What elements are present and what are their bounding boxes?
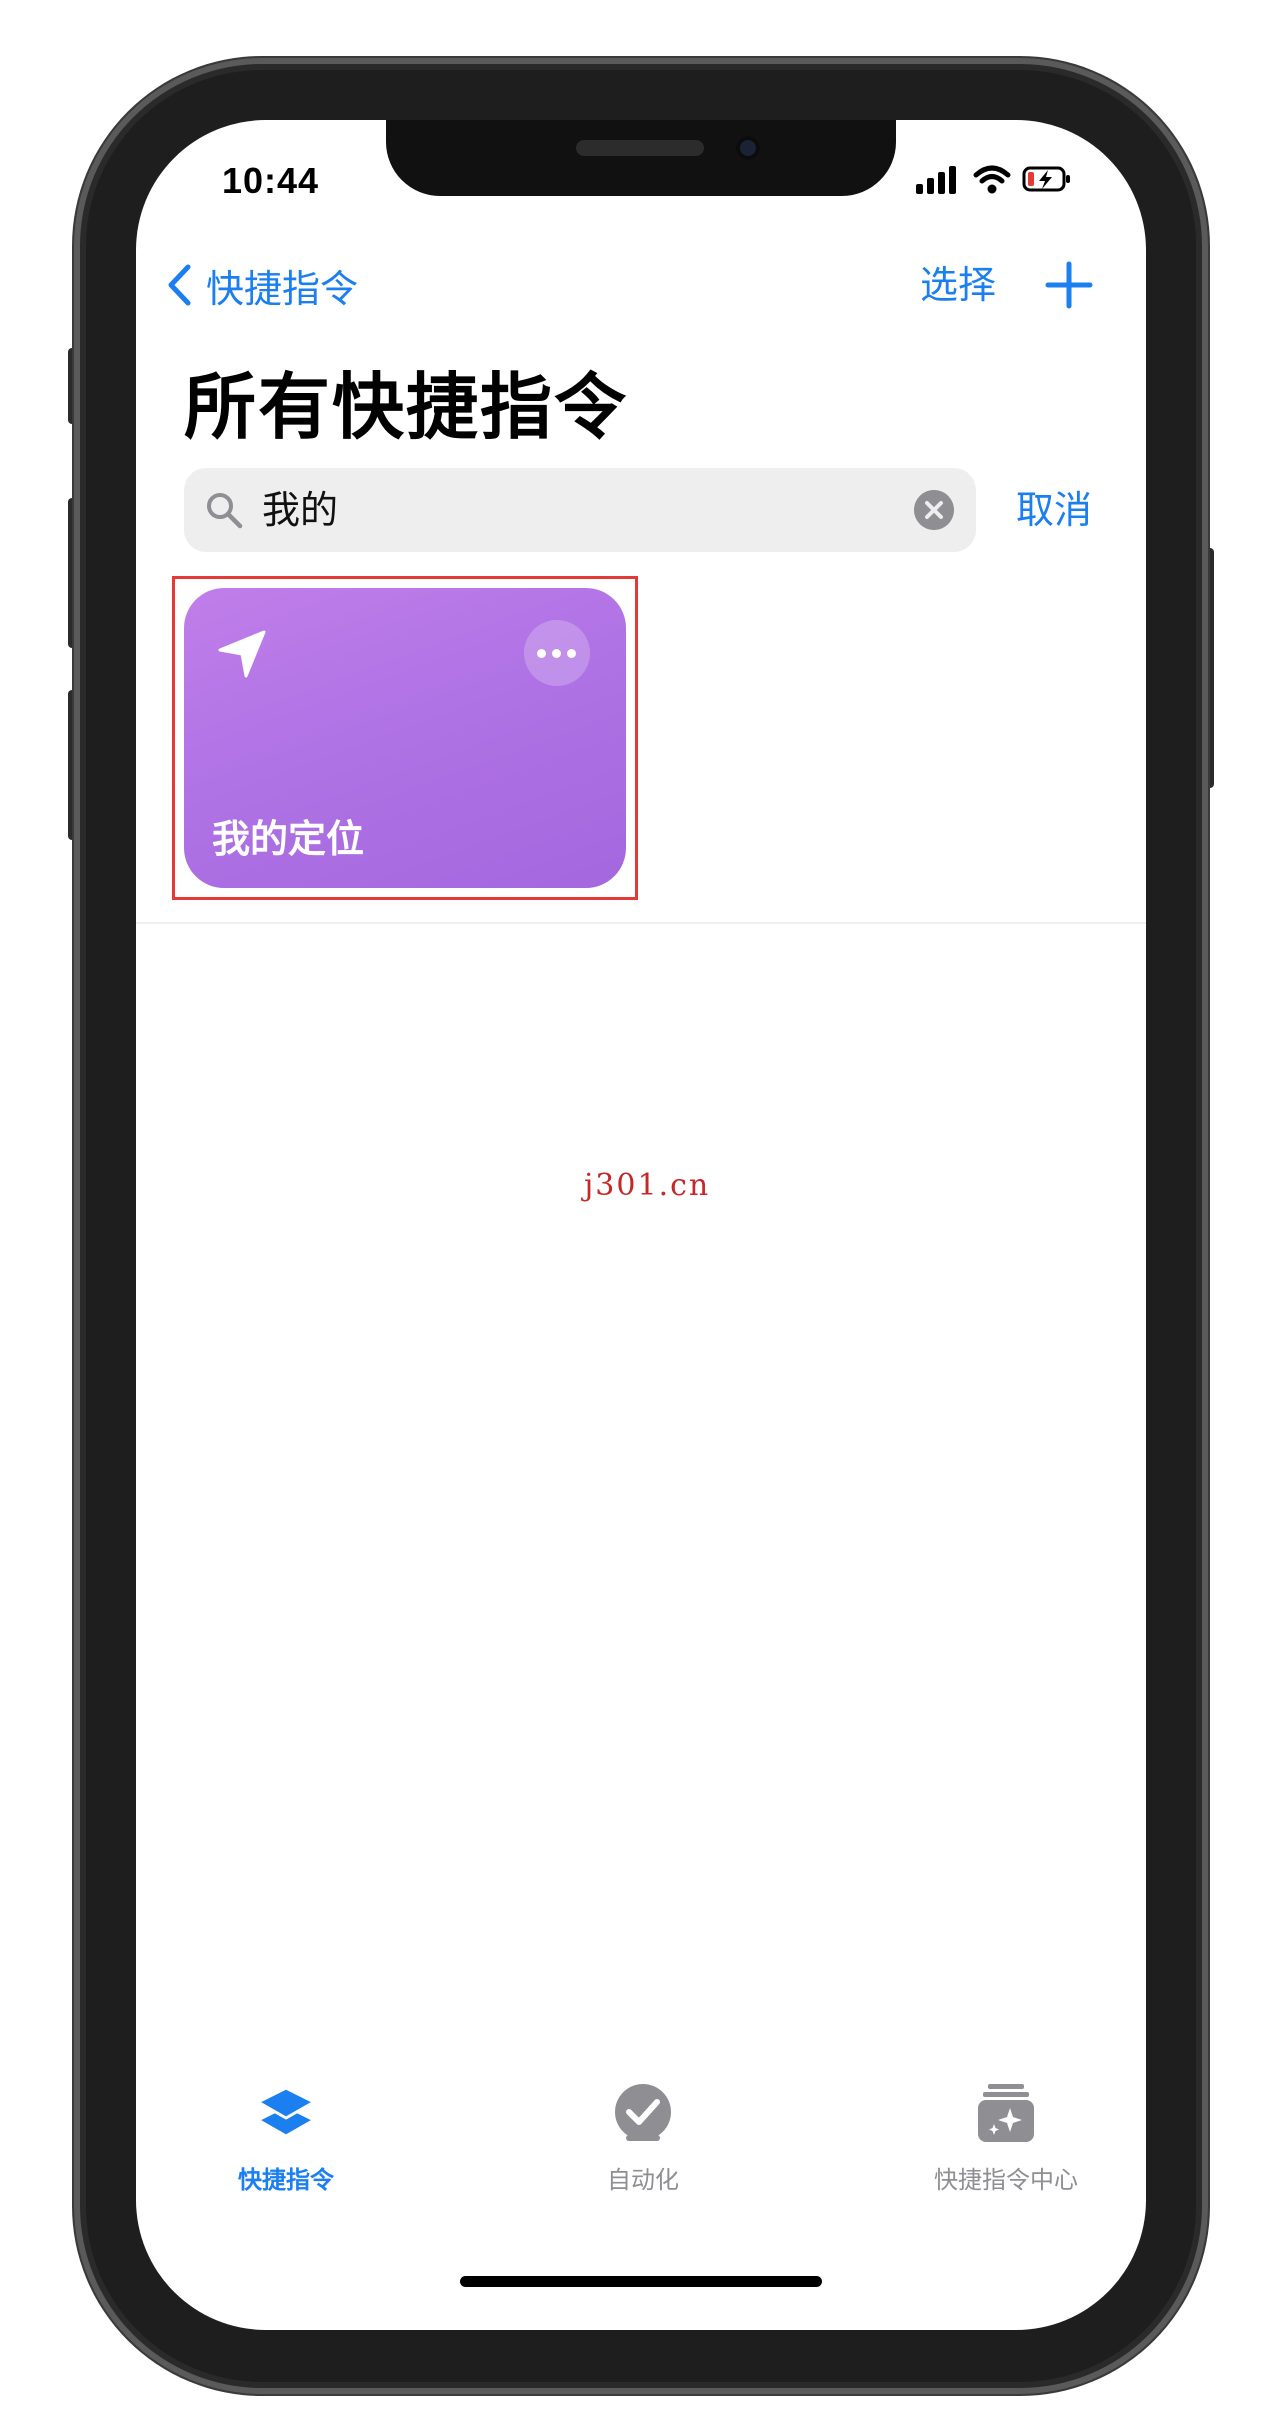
search-field[interactable]: 我的 bbox=[184, 468, 976, 552]
back-button-label: 快捷指令 bbox=[206, 266, 359, 311]
divider bbox=[136, 922, 1146, 924]
page-title: 所有快捷指令 bbox=[184, 365, 629, 449]
back-button[interactable]: 快捷指令 bbox=[166, 260, 359, 311]
chevron-left-icon bbox=[168, 264, 191, 306]
status-icons bbox=[916, 164, 1076, 198]
clear-search-icon[interactable] bbox=[914, 490, 954, 530]
cellular-signal-icon bbox=[916, 164, 960, 194]
status-time: 10:44 bbox=[222, 160, 320, 201]
phone-screen: 10:44 快捷指令 选择 所有快捷指令 我的 取消 我的定位 j301.cn … bbox=[136, 120, 1146, 2330]
earpiece-speaker bbox=[576, 140, 704, 156]
tab-automation[interactable]: 自动化 bbox=[533, 2080, 753, 2195]
notch bbox=[386, 120, 896, 196]
tab-gallery-label: 快捷指令中心 bbox=[934, 2166, 1078, 2194]
tab-shortcuts[interactable]: 快捷指令 bbox=[176, 2080, 396, 2195]
cancel-search-button[interactable]: 取消 bbox=[1016, 480, 1092, 540]
tab-bar: 快捷指令 自动化 快捷指令中心 bbox=[136, 2080, 1146, 2240]
front-camera bbox=[736, 136, 760, 160]
tab-gallery[interactable]: 快捷指令中心 bbox=[896, 2080, 1116, 2195]
select-button[interactable]: 选择 bbox=[920, 260, 996, 310]
watermark: j301.cn bbox=[584, 1168, 711, 1203]
wifi-icon bbox=[973, 165, 1011, 194]
layers-icon bbox=[256, 2086, 316, 2138]
automation-check-icon bbox=[615, 2084, 671, 2141]
search-input-value[interactable]: 我的 bbox=[262, 486, 338, 534]
add-shortcut-button[interactable] bbox=[1042, 258, 1096, 312]
gallery-sparkle-icon bbox=[978, 2084, 1034, 2142]
battery-charging-icon bbox=[1022, 166, 1070, 192]
home-indicator bbox=[460, 2276, 822, 2287]
search-icon bbox=[207, 493, 243, 529]
highlight-box bbox=[172, 576, 638, 900]
tab-shortcuts-label: 快捷指令 bbox=[238, 2166, 334, 2194]
tab-automation-label: 自动化 bbox=[607, 2166, 679, 2194]
